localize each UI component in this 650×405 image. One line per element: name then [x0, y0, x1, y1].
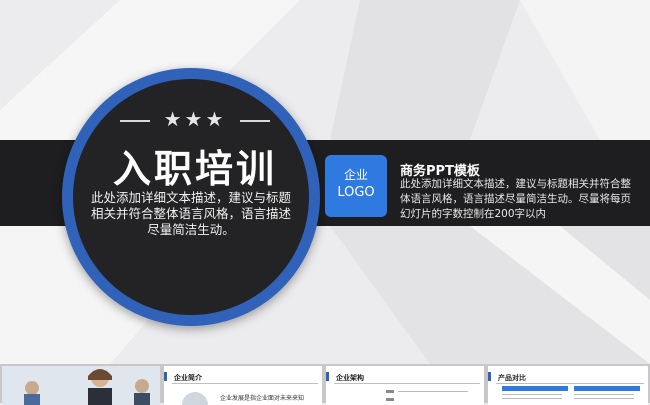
title-description: 此处添加详细文本描述，建议与标题相关并符合整体语言风格，语言描述尽量简洁生动。	[90, 190, 291, 237]
thumbnail-title: 企业简介	[174, 374, 202, 382]
slide-thumbnail-4[interactable]: 产品对比	[488, 366, 648, 405]
thumbnail-accent-bar	[164, 372, 167, 381]
logo-line-2: LOGO	[337, 185, 375, 200]
thumbnail-title: 企业架构	[336, 374, 364, 382]
slide-thumbnail-3[interactable]: 企业架构	[326, 366, 484, 405]
thumbnail-accent-bar	[488, 372, 491, 381]
slide-thumbnail-2[interactable]: 企业简介 企业发展是指企业面对未来来知	[164, 366, 322, 405]
thumbnail-divider	[334, 383, 480, 384]
decorative-line-left	[120, 120, 150, 122]
thumbnail-accent-bar	[326, 372, 329, 381]
logo-line-1: 企业	[343, 168, 368, 182]
slide-thumbnail-strip: 企业简介 企业发展是指企业面对未来来知 企业架构 产品对比	[0, 364, 650, 405]
company-logo: 企业 LOGO	[325, 155, 387, 217]
template-description: 此处添加详细文本描述，建议与标题相关并符合整体语言风格，语言描述尽量简洁生动。尽…	[400, 178, 631, 220]
decorative-line-right	[240, 120, 270, 122]
stars-icon: ★★★	[163, 107, 227, 131]
slide-thumbnail-1[interactable]	[2, 366, 160, 405]
thumbnail-divider	[172, 383, 318, 384]
thumbnail-org-chart-icon	[386, 390, 468, 401]
people-photo-icon	[2, 366, 160, 405]
page-title: 入职培训	[112, 147, 277, 191]
thumbnail-comparison-table-icon	[502, 386, 640, 399]
thumbnail-text: 企业发展是指企业面对未来来知	[220, 395, 305, 402]
star-rating: ★★★	[120, 108, 270, 132]
thumbnail-title: 产品对比	[498, 374, 526, 382]
thumbnail-divider	[496, 383, 644, 384]
